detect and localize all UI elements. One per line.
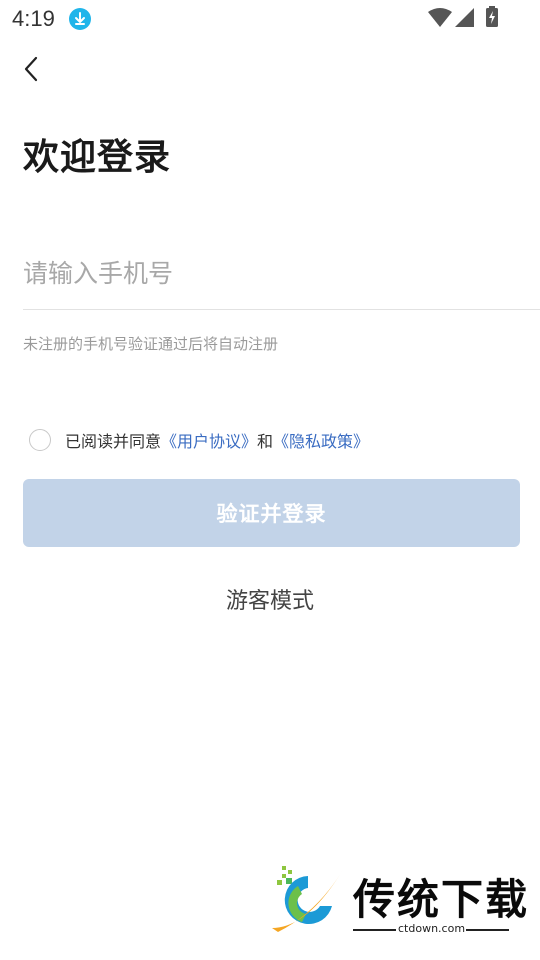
wifi-icon — [428, 8, 452, 32]
agreement-conjunction: 和 — [257, 432, 274, 451]
agreement-row: 已阅读并同意 《用户协议》 和 《隐私政策》 — [29, 426, 369, 454]
verify-login-button[interactable]: 验证并登录 — [23, 479, 520, 547]
brand-divider-right — [466, 929, 509, 931]
battery-icon — [485, 6, 499, 32]
guest-mode-link[interactable]: 游客模式 — [0, 583, 540, 615]
download-icon — [69, 8, 91, 30]
signal-icon — [455, 8, 475, 32]
brand-name: 传统下载 — [353, 875, 530, 924]
phone-input[interactable] — [23, 240, 540, 306]
chevron-left-icon — [24, 56, 38, 82]
agreement-prefix: 已阅读并同意 — [65, 432, 162, 451]
input-divider — [23, 309, 540, 310]
brand-divider-left — [353, 929, 396, 931]
status-time: 4:19 — [12, 6, 55, 31]
brand-domain: ctdown.com — [398, 922, 466, 935]
page-title: 欢迎登录 — [23, 137, 172, 178]
auto-register-hint: 未注册的手机号验证通过后将自动注册 — [23, 335, 279, 353]
user-agreement-link[interactable]: 《用户协议》 — [161, 428, 257, 452]
brand-logo — [268, 862, 348, 938]
agreement-checkbox[interactable] — [29, 429, 51, 451]
privacy-policy-link[interactable]: 《隐私政策》 — [273, 428, 369, 452]
back-button[interactable] — [16, 52, 50, 86]
status-bar: 4:19 — [0, 0, 540, 36]
